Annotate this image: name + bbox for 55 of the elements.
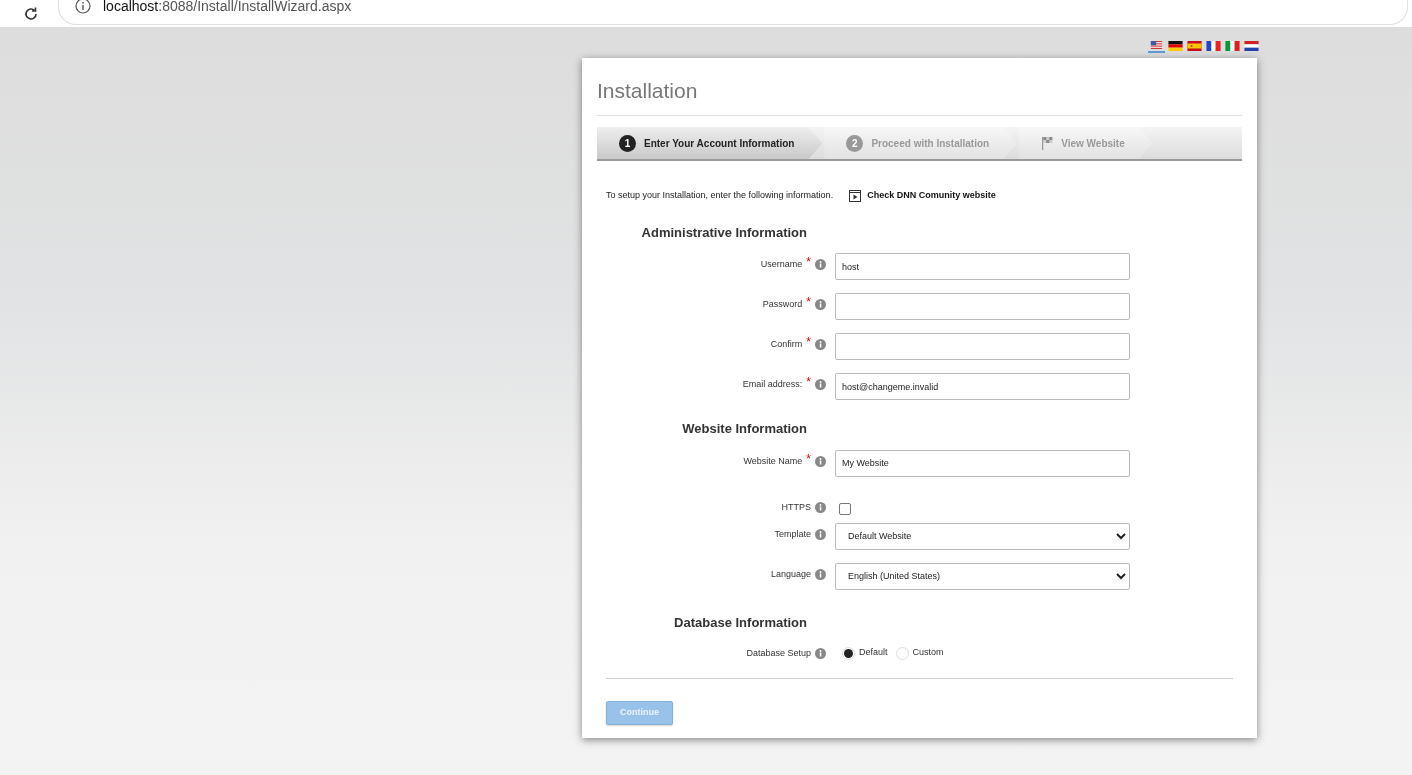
required-mark: * xyxy=(806,338,811,348)
step-number: 2 xyxy=(846,134,864,152)
required-mark: * xyxy=(806,298,811,308)
field-label: Email address: xyxy=(742,378,803,392)
info-icon[interactable] xyxy=(815,259,826,271)
info-icon[interactable] xyxy=(815,528,826,540)
flag-icon[interactable] xyxy=(1205,41,1222,53)
info-icon[interactable] xyxy=(815,455,826,467)
radio-button[interactable] xyxy=(842,646,855,660)
info-icon[interactable] xyxy=(815,339,826,351)
radio-label: Default xyxy=(859,646,888,660)
info-icon[interactable] xyxy=(815,379,826,391)
input-field[interactable]: host@changeme.invalid xyxy=(835,373,1130,401)
radio-button[interactable] xyxy=(895,646,909,660)
section-heading: Database Information xyxy=(673,614,807,631)
step-label: Enter Your Account Information xyxy=(644,136,795,151)
field-label: Template xyxy=(774,527,811,541)
input-field[interactable] xyxy=(835,293,1130,321)
input-field[interactable]: host xyxy=(835,253,1130,281)
checkbox[interactable] xyxy=(839,502,851,515)
flag-icon[interactable] xyxy=(1167,41,1184,53)
input-field[interactable]: My Website xyxy=(835,449,1130,477)
address-text[interactable]: localhost:8088/Install/InstallWizard.aspx xyxy=(103,0,352,17)
field-label: Database Setup xyxy=(746,647,811,661)
checkered-flag-icon xyxy=(1041,136,1054,151)
step-number: 1 xyxy=(619,134,636,152)
wizard-step[interactable]: 1 Enter Your Account Information xyxy=(597,127,823,160)
info-icon[interactable] xyxy=(75,0,91,14)
flag-icon[interactable] xyxy=(1243,41,1260,53)
dropdown[interactable]: Default Website xyxy=(835,522,1130,550)
info-icon[interactable] xyxy=(815,568,826,580)
video-icon xyxy=(849,189,862,202)
step-label: Proceed with Installation xyxy=(871,136,990,151)
address-bar[interactable]: localhost:8088/Install/InstallWizard.aspx xyxy=(58,0,1408,25)
required-mark: * xyxy=(806,258,811,268)
dropdown[interactable]: English (United States) xyxy=(835,562,1130,590)
community-link[interactable]: Check DNN Comunity website xyxy=(849,189,996,203)
field-label: Confirm xyxy=(770,338,803,352)
info-icon[interactable] xyxy=(815,501,826,513)
field-label: Username xyxy=(760,258,803,272)
required-mark: * xyxy=(806,454,811,464)
field-label: HTTPS xyxy=(781,500,811,514)
step-label: View Website xyxy=(1061,136,1125,151)
radio-label: Custom xyxy=(912,646,944,660)
intro-text: To setup your Installation, enter the following information. xyxy=(606,189,834,203)
field-label: Password xyxy=(762,298,803,312)
input-field[interactable] xyxy=(835,333,1130,361)
section-heading: Website Information xyxy=(681,421,807,437)
info-icon[interactable] xyxy=(815,648,826,660)
field-label: Language xyxy=(770,567,811,581)
required-mark: * xyxy=(806,378,811,388)
page-title: Installation xyxy=(597,78,1242,117)
info-icon[interactable] xyxy=(815,299,826,311)
field-label: Website Name xyxy=(743,454,803,468)
section-heading: Administrative Information xyxy=(640,224,807,241)
